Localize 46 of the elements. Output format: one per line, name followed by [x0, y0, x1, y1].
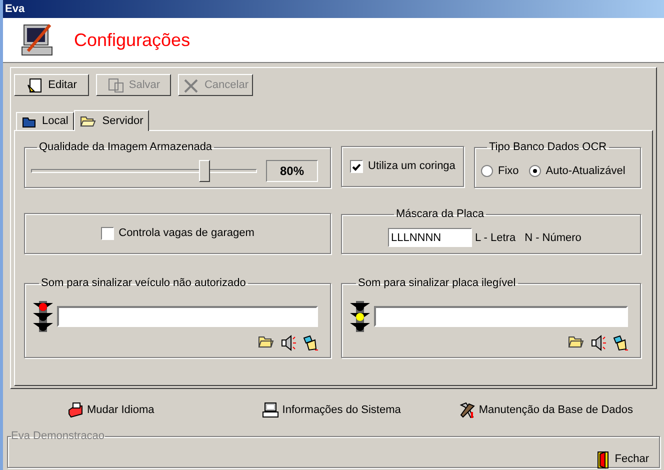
folder-icon[interactable] [258, 334, 274, 348]
folder-icon[interactable] [568, 334, 584, 348]
radio-label: Auto-Atualizável [546, 164, 626, 179]
group-label: Máscara da Placa [395, 207, 486, 222]
checkbox[interactable] [350, 160, 363, 173]
cross-icon [182, 76, 200, 94]
toolbar-button[interactable]: Editar [14, 74, 89, 96]
checkbox-label: Controla vagas de garagem [118, 226, 254, 242]
radio-label: Fixo [498, 164, 519, 179]
slider-thumb[interactable] [198, 160, 210, 182]
traffic-light-icon [350, 300, 370, 332]
toolbar-link[interactable]: Manutenção da Base de Dados [458, 402, 633, 418]
speaker-icon[interactable] [590, 334, 606, 350]
toolbar-link[interactable]: Informações do Sistema [262, 402, 401, 418]
group-label: Som para sinalizar placa ilegível [357, 276, 517, 291]
sound-file-field[interactable] [374, 306, 628, 327]
group-label: Qualidade da Imagem Armazenada [38, 140, 214, 155]
window-title: Eva [5, 2, 25, 17]
mask-legend: L - Letra [475, 230, 516, 246]
checkbox-label: Utiliza um coringa [368, 159, 456, 174]
check-icon [352, 162, 361, 170]
mask-legend: N - Número [524, 230, 582, 246]
tools-icon [458, 402, 476, 418]
slider-track[interactable] [31, 160, 257, 182]
computer-icon [262, 402, 280, 418]
group-label: Som para sinalizar veículo não autorizado [40, 276, 247, 291]
checkbox[interactable] [100, 227, 114, 240]
quality-reading: 80% [266, 160, 318, 182]
close-button[interactable]: Fechar [596, 450, 649, 468]
group-label: Eva Demonstracao [11, 429, 105, 444]
speaker-icon[interactable] [280, 334, 296, 350]
folder-icon [22, 116, 36, 128]
radio-button[interactable] [481, 165, 493, 178]
open-folder-icon [80, 115, 96, 127]
tab[interactable]: Local [16, 112, 74, 130]
document-icon [106, 76, 125, 94]
plate-mask-field[interactable]: LLLNNNN [388, 228, 472, 248]
group-label: Tipo Banco Dados OCR [488, 140, 608, 155]
door-icon [596, 450, 609, 468]
toolbar-link[interactable]: Mudar Idioma [67, 402, 154, 418]
traffic-light-icon [33, 300, 53, 332]
sound-file-field[interactable] [57, 306, 318, 327]
tab[interactable]: Servidor [74, 110, 150, 131]
radio-button[interactable] [528, 165, 541, 178]
page-title: Configurações [74, 28, 190, 52]
notepad-icon [26, 76, 44, 94]
